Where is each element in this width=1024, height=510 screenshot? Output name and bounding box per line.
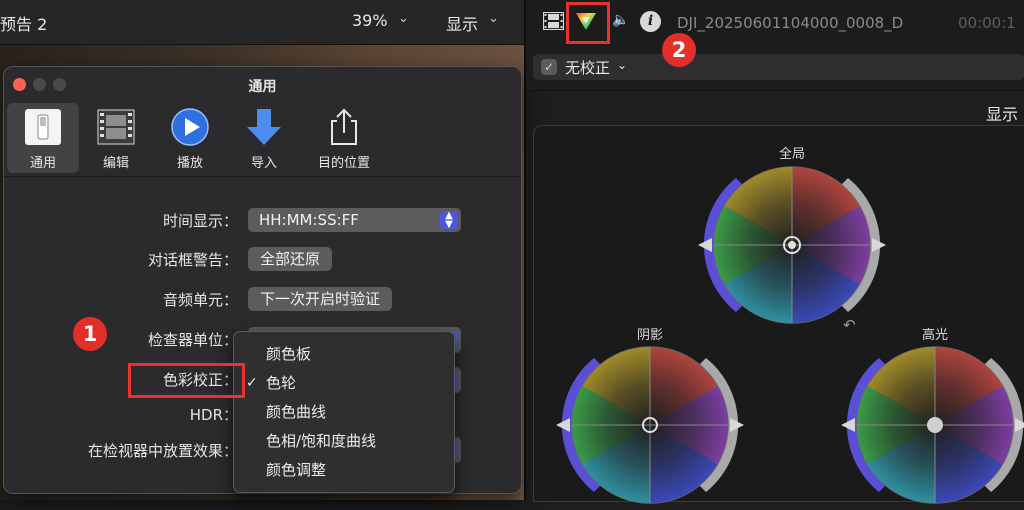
toolbar-separator: [4, 176, 521, 177]
clip-name: DJI_20250601104000_0008_D: [677, 14, 904, 32]
tab-label: 播放: [176, 156, 203, 171]
menu-item-color-board[interactable]: 颜色板: [234, 340, 454, 369]
checkmark-icon: ✓: [246, 375, 258, 391]
project-title: 预告 2: [0, 15, 48, 34]
chevron-down-icon[interactable]: ⌄: [617, 58, 627, 72]
time-display-select[interactable]: HH:MM:SS:FF ▲ ▼: [248, 208, 461, 232]
speaker-icon[interactable]: 🔈: [612, 12, 630, 30]
inspector-units-label: 检查器单位：: [147, 331, 238, 349]
validate-next-launch-button[interactable]: 下一次开启时验证: [248, 287, 393, 311]
step-badge-1: 1: [73, 317, 107, 351]
chevron-down-icon[interactable]: ⌄: [398, 11, 409, 26]
tab-editing[interactable]: 编辑: [80, 103, 152, 173]
dialog-title: 通用: [248, 79, 277, 95]
color-wheel-global[interactable]: [692, 160, 892, 330]
clip-timecode: 00:00:1: [958, 14, 1016, 32]
audio-units-label: 音频单元：: [162, 291, 238, 309]
step-badge-2: 2: [662, 33, 696, 67]
reset-all-button[interactable]: 全部还原: [248, 247, 333, 271]
tab-label: 目的位置: [317, 156, 370, 171]
menu-item-color-wheels[interactable]: ✓ 色轮: [234, 369, 454, 398]
display-menu[interactable]: 显示: [446, 11, 478, 35]
tab-import[interactable]: 导入: [228, 103, 300, 173]
tab-label: 编辑: [102, 156, 129, 171]
stepper-icon: ▲ ▼: [440, 211, 458, 230]
import-arrow-icon: [247, 109, 281, 145]
tab-label: 导入: [250, 156, 277, 171]
color-wheel-shadows[interactable]: [550, 340, 750, 510]
time-display-value: HH:MM:SS:FF: [259, 211, 359, 229]
play-icon: [171, 108, 209, 146]
general-switch-icon: [25, 109, 61, 145]
color-correction-menu: 颜色板 ✓ 色轮 颜色曲线 色相/饱和度曲线 颜色调整: [233, 331, 455, 493]
menu-item-color-adjustments[interactable]: 颜色调整: [234, 456, 454, 485]
info-icon[interactable]: i: [640, 11, 661, 32]
share-icon: [331, 108, 357, 145]
tab-label: 通用: [29, 156, 56, 171]
color-wheel-highlights[interactable]: [835, 340, 1024, 510]
film-strip-icon: [97, 109, 135, 145]
highlight-box-color-icon: [566, 2, 610, 44]
display-menu[interactable]: 显示: [986, 101, 1018, 125]
effects-placement-label: 在检视器中放置效果：: [87, 442, 238, 460]
menu-item-color-curves[interactable]: 颜色曲线: [234, 398, 454, 427]
correction-label[interactable]: 无校正: [565, 57, 610, 78]
tab-destinations[interactable]: 目的位置: [302, 103, 386, 173]
correction-checkbox[interactable]: ✓: [541, 59, 557, 75]
film-icon[interactable]: [543, 12, 564, 30]
highlight-box-color-correction: [128, 363, 245, 398]
tab-playback[interactable]: 播放: [154, 103, 226, 173]
tab-general[interactable]: 通用: [7, 103, 79, 173]
menu-item-hue-sat-curves[interactable]: 色相/饱和度曲线: [234, 427, 454, 456]
zoom-level[interactable]: 39%: [352, 11, 388, 30]
hdr-label: HDR：: [189, 406, 238, 424]
chevron-down-icon[interactable]: ⌄: [488, 11, 499, 26]
time-display-label: 时间显示：: [162, 212, 238, 230]
dialog-warning-label: 对话框警告：: [147, 251, 238, 269]
